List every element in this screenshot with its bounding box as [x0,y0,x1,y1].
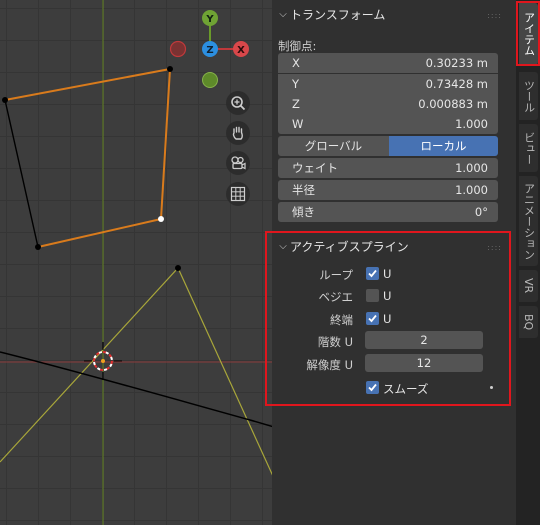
resolution-row: 解像度 U 12 [272,354,516,374]
resolution-u-field[interactable]: 12 [365,354,483,372]
w-field-label: W [292,117,304,131]
chevron-down-icon: ⌵ [279,240,287,252]
grid-ortho-icon [230,186,246,202]
camera-view-button[interactable] [226,151,250,175]
weight-field[interactable]: ウェイト 1.000 [278,158,498,178]
ortho-toggle-button[interactable] [226,182,250,206]
control-point[interactable] [175,265,181,271]
animate-dot-icon[interactable] [490,386,493,389]
drag-handle-icon[interactable]: :::: [487,243,502,252]
order-u-field[interactable]: 2 [365,331,483,349]
smooth-label: スムーズ [383,382,429,396]
camera-icon [231,156,246,170]
x-axis-label: X [237,45,245,56]
chevron-down-icon: ⌵ [279,8,287,20]
order-row: 階数 U 2 [272,331,516,351]
drag-handle-icon[interactable]: :::: [487,11,502,20]
local-toggle[interactable]: ローカル [389,136,498,156]
z-field-label: Z [292,97,300,111]
curve-edge [4,99,39,248]
resolution-label: 解像度 U [306,358,353,372]
tab-view-label: ビュー [522,131,536,165]
tilt-value: 0° [474,205,488,219]
z-field[interactable]: Z 0.000883 m [278,94,498,114]
tab-animation[interactable]: アニメーション [519,176,538,266]
sidebar-panel: ⌵ トランスフォーム :::: 制御点: X 0.30233 m Y 0.734… [272,0,516,525]
tab-vr-label: VR [522,278,535,294]
checkmark-icon [368,269,377,278]
weight-value: 1.000 [455,161,488,175]
radius-field[interactable]: 半径 1.000 [278,180,498,200]
tab-tool-label: ツール [522,79,536,113]
bezier-checkbox[interactable] [366,289,379,302]
loop-u-label: U [383,267,392,281]
transform-panel-header[interactable]: ⌵ トランスフォーム :::: [272,1,516,27]
endpoint-u-label: U [383,312,392,326]
tab-bq[interactable]: BQ [519,306,538,338]
checkmark-icon [368,383,377,392]
w-field[interactable]: W 1.000 [278,114,498,134]
checkmark-icon [368,314,377,323]
radius-value: 1.000 [455,183,488,197]
navigation-gizmo[interactable]: Z Y X [0,0,272,100]
pan-button[interactable] [226,121,250,145]
weight-label: ウェイト [292,161,338,175]
tilt-label: 傾き [292,205,315,219]
3d-cursor[interactable] [84,342,122,380]
zoom-button[interactable] [226,91,250,115]
endpoint-checkbox[interactable] [366,312,379,325]
tab-vr[interactable]: VR [519,270,538,302]
w-field-value: 1.000 [455,117,488,131]
bezier-label: ベジエ [318,290,354,304]
loop-checkbox[interactable] [366,267,379,280]
sidebar-tabs: アイテム ツール ビュー アニメーション VR BQ [516,0,540,525]
tab-item[interactable]: アイテム [519,3,538,65]
tab-item-label: アイテム [522,12,536,56]
neg-x-axis-handle[interactable] [169,40,187,58]
active-control-point[interactable] [158,216,164,222]
tab-tool[interactable]: ツール [519,72,538,120]
order-label: 階数 U [317,335,353,349]
bezier-row: ベジエ U [272,286,516,306]
smooth-row: スムーズ [272,378,516,398]
bezier-u-label: U [383,289,392,303]
control-point[interactable] [35,244,41,250]
x-field[interactable]: X 0.30233 m [278,53,498,73]
tab-view[interactable]: ビュー [519,124,538,172]
y-field-label: Y [292,77,300,91]
radius-label: 半径 [292,183,315,197]
global-toggle[interactable]: グローバル [278,136,389,156]
zoom-icon [231,96,246,111]
endpoint-row: 終端 U [272,309,516,329]
z-axis-label: Z [206,45,213,56]
y-field[interactable]: Y 0.73428 m [278,74,498,94]
x-field-label: X [292,56,300,70]
neg-y-axis-handle[interactable] [202,72,218,88]
active-spline-panel-header[interactable]: ⌵ アクティブスプライン :::: [272,233,516,259]
curve-edge-selected [37,218,162,248]
x-field-value: 0.30233 m [425,56,488,70]
y-axis-label: Y [205,14,214,25]
active-spline-title: アクティブスプライン [290,239,409,254]
transform-title: トランスフォーム [290,7,386,22]
hand-pan-icon [232,126,243,140]
loop-label: ループ [319,268,353,282]
y-field-value: 0.73428 m [425,77,488,91]
tilt-field[interactable]: 傾き 0° [278,202,498,222]
loop-row: ループ U [272,264,516,284]
endpoint-label: 終端 [330,313,353,327]
smooth-checkbox[interactable] [366,381,379,394]
control-point-label: 制御点: [278,39,317,53]
z-field-value: 0.000883 m [418,97,488,111]
tab-bq-label: BQ [522,313,535,331]
tab-animation-label: アニメーション [522,182,536,260]
